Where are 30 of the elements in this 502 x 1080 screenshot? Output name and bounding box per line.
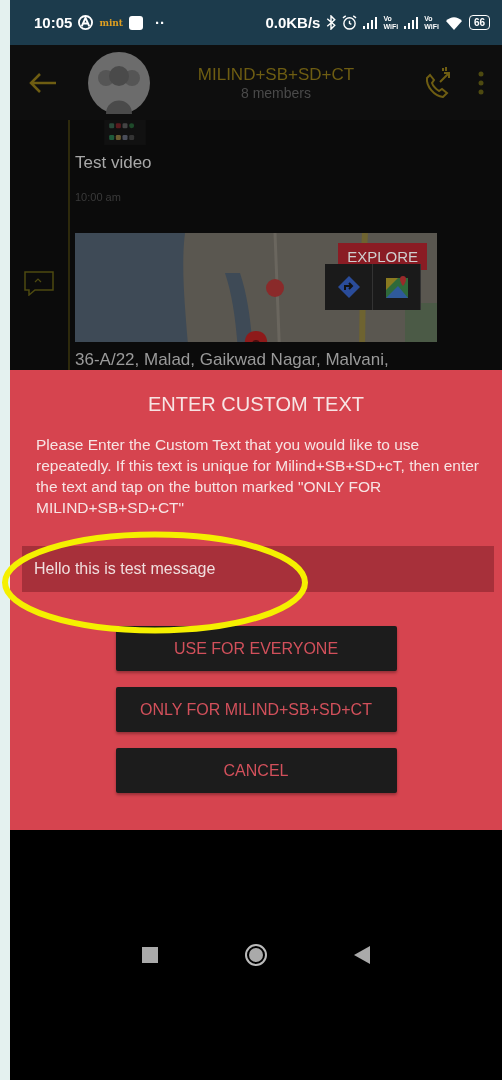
back-icon[interactable] xyxy=(354,946,370,964)
dialog-button[interactable]: CANCEL xyxy=(115,748,397,793)
dialog-message: Please Enter the Custom Text that you would like to use repeatedly. If this text is unique for Milind+SB+SD+cT, then enter the text and tap on the button marked "ONLY FOR MILIND+SB+SD+CT" xyxy=(36,435,480,518)
wifi-icon xyxy=(444,15,463,30)
signal-icon xyxy=(363,16,378,29)
member-count: 8 members xyxy=(241,84,311,101)
group-avatar[interactable] xyxy=(88,51,150,114)
bluetooth-icon xyxy=(326,15,337,30)
message-text: Test video xyxy=(75,152,153,173)
group-name: MILIND+SB+SD+CT xyxy=(197,64,355,85)
dialog-title: ENTER CUSTOM TEXT xyxy=(148,393,364,416)
app-letter-icon xyxy=(78,15,94,30)
app-logo: mint xyxy=(99,17,124,28)
status-time: 10:05 xyxy=(34,14,73,31)
dialog-button[interactable]: ONLY FOR MILIND+SB+SD+CT xyxy=(115,687,397,732)
battery-level: 66 xyxy=(468,15,490,30)
map-pin-icon xyxy=(383,274,410,300)
network-speed: 0.0KB/s xyxy=(265,14,321,31)
chat-bubble-icon xyxy=(23,270,55,296)
app-square-icon xyxy=(129,15,144,30)
more-menu-icon[interactable] xyxy=(478,70,484,95)
custom-text-field[interactable]: Hello this is test message xyxy=(22,546,494,592)
location-address: 36-A/22, Malad, Gaikwad Nagar, Malvani, xyxy=(75,350,390,370)
signal-icon xyxy=(404,16,419,29)
back-arrow-icon[interactable] xyxy=(28,71,58,94)
navigation-icon xyxy=(336,275,361,299)
home-icon[interactable] xyxy=(244,943,268,967)
alarm-icon xyxy=(342,15,358,30)
more-notifications: ·· xyxy=(155,14,166,31)
dialog-button[interactable]: USE FOR EVERYONE xyxy=(115,626,397,671)
